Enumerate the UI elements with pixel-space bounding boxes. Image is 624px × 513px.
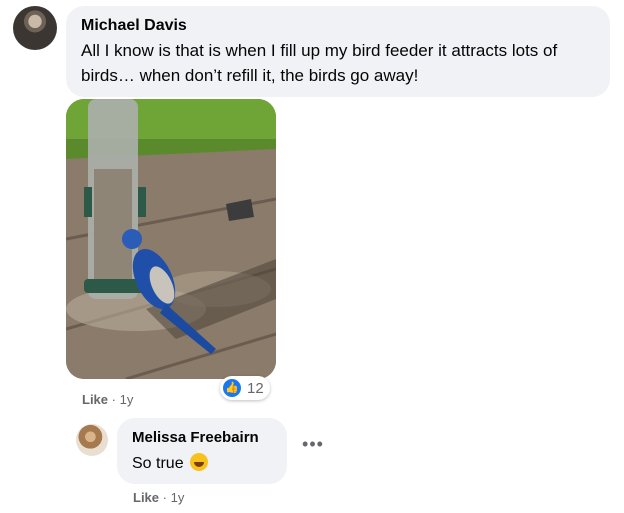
- reply-timestamp[interactable]: 1y: [171, 490, 185, 505]
- comment-actions: Like · 1y: [82, 392, 133, 407]
- more-horizontal-icon[interactable]: •••: [298, 435, 328, 461]
- reply-text-row: So true: [132, 451, 208, 476]
- reply-actions: Like · 1y: [133, 490, 184, 505]
- reply-bubble: Melissa Freebairn So true: [117, 418, 287, 484]
- comment-photo[interactable]: [66, 99, 276, 379]
- bird-feeder-photo: [66, 99, 276, 379]
- reply-like-button[interactable]: Like: [133, 490, 159, 505]
- reply-avatar[interactable]: [76, 424, 108, 456]
- reply-text: So true: [132, 455, 184, 472]
- comment-timestamp[interactable]: 1y: [120, 392, 134, 407]
- separator: ·: [162, 490, 167, 505]
- commenter-avatar[interactable]: [13, 6, 57, 50]
- laughing-tears-emoji: [189, 453, 208, 471]
- separator: ·: [111, 392, 116, 407]
- comment-text: All I know is that is when I fill up my …: [81, 41, 558, 85]
- like-button[interactable]: Like: [82, 392, 108, 407]
- comment-bubble: Michael Davis All I know is that is when…: [66, 6, 610, 97]
- reaction-summary[interactable]: 👍 12: [220, 376, 270, 400]
- reply-author[interactable]: Melissa Freebairn: [132, 429, 259, 446]
- like-thumb-icon: 👍: [223, 379, 241, 397]
- comment-author[interactable]: Michael Davis: [81, 17, 187, 35]
- reaction-count: 12: [247, 379, 264, 397]
